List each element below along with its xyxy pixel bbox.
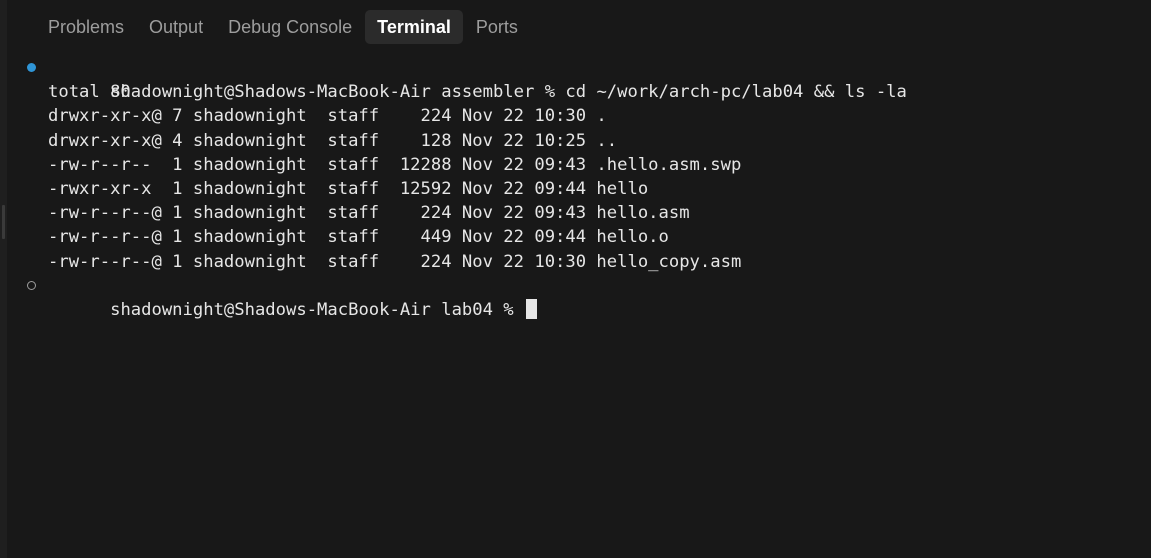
terminal-line: total 80 (24, 80, 1141, 104)
output-text: drwxr-xr-x@ 4 shadownight staff 128 Nov … (48, 130, 618, 151)
terminal-line: -rw-r--r--@ 1 shadownight staff 449 Nov … (24, 225, 1141, 249)
terminal-line-command: shadownight@Shadows-MacBook-Air assemble… (24, 56, 1141, 102)
tab-ports[interactable]: Ports (464, 10, 530, 44)
terminal-line-prompt: shadownight@Shadows-MacBook-Air lab04 % (24, 274, 1141, 320)
tab-problems[interactable]: Problems (36, 10, 136, 44)
output-text: -rw-r--r--@ 1 shadownight staff 224 Nov … (48, 203, 690, 224)
terminal-line: -rw-r--r-- 1 shadownight staff 12288 Nov… (24, 153, 1141, 177)
output-text: -rw-r--r--@ 1 shadownight staff 449 Nov … (48, 227, 669, 248)
sash-handle[interactable] (2, 205, 5, 239)
command-success-decoration-icon[interactable] (27, 63, 36, 72)
terminal-panel: Problems Output Debug Console Terminal P… (0, 0, 1151, 558)
panel-tab-bar: Problems Output Debug Console Terminal P… (36, 10, 531, 44)
output-text: drwxr-xr-x@ 7 shadownight staff 224 Nov … (48, 106, 607, 127)
terminal-cursor (526, 298, 538, 319)
terminal-output[interactable]: shadownight@Shadows-MacBook-Air assemble… (24, 56, 1141, 320)
terminal-line: -rw-r--r--@ 1 shadownight staff 224 Nov … (24, 250, 1141, 274)
terminal-line: drwxr-xr-x@ 4 shadownight staff 128 Nov … (24, 129, 1141, 153)
terminal-line: drwxr-xr-x@ 7 shadownight staff 224 Nov … (24, 104, 1141, 128)
tab-debug-console[interactable]: Debug Console (216, 10, 364, 44)
terminal-line: -rw-r--r--@ 1 shadownight staff 224 Nov … (24, 201, 1141, 225)
output-text: -rw-r--r--@ 1 shadownight staff 224 Nov … (48, 251, 742, 272)
tab-terminal[interactable]: Terminal (365, 10, 463, 44)
output-text: -rw-r--r-- 1 shadownight staff 12288 Nov… (48, 154, 742, 175)
prompt-text: shadownight@Shadows-MacBook-Air lab04 % (110, 299, 525, 320)
tab-output[interactable]: Output (137, 10, 215, 44)
command-pending-decoration-icon[interactable] (27, 280, 36, 290)
terminal-line: -rwxr-xr-x 1 shadownight staff 12592 Nov… (24, 177, 1141, 201)
output-text: -rwxr-xr-x 1 shadownight staff 12592 Nov… (48, 178, 649, 199)
side-border (0, 0, 7, 558)
output-text: total 80 (48, 82, 131, 103)
